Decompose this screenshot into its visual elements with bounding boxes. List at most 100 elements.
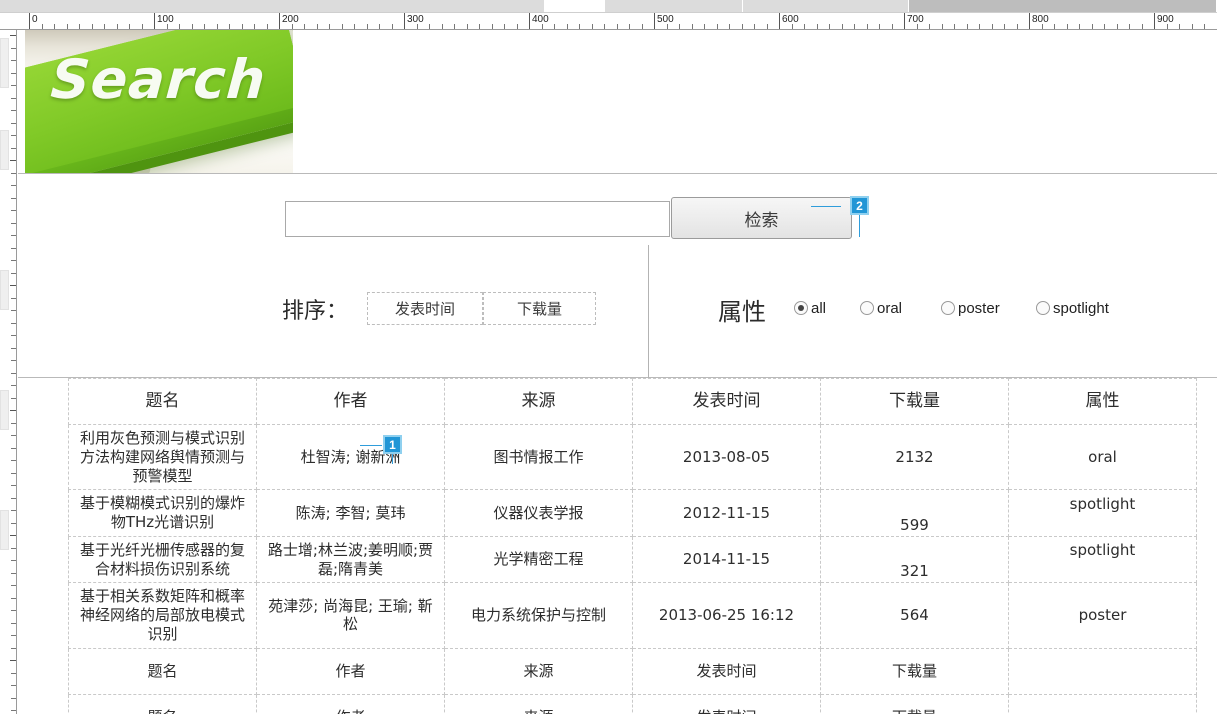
results-table-container: 题名 作者 来源 发表时间 下载量 属性 利用灰色预测与模式识别方法构建网络舆情… xyxy=(68,378,1197,714)
ruler-minor-tick xyxy=(11,335,16,336)
ruler-minor-tick xyxy=(11,398,16,399)
radio-dot-icon[interactable] xyxy=(794,301,808,315)
top-scrollbar-strip[interactable] xyxy=(0,0,1217,13)
ruler-minor-tick xyxy=(11,185,16,186)
radio-dot-icon[interactable] xyxy=(860,301,874,315)
cell-title[interactable]: 基于光纤光栅传感器的复合材料损伤识别系统 xyxy=(68,535,257,584)
ruler-minor-tick xyxy=(11,260,16,261)
ruler-minor-tick xyxy=(11,423,16,424)
search-submit-button[interactable]: 检索 xyxy=(671,197,852,239)
table-row[interactable]: 题名 作者 来源 发表时间 下载量 xyxy=(68,693,1197,714)
gutter-mark xyxy=(0,38,9,88)
column-header-title[interactable]: 题名 xyxy=(68,378,257,425)
ruler-minor-tick xyxy=(11,323,16,324)
cell-author: 作者 xyxy=(256,693,445,714)
ruler-minor-tick xyxy=(11,248,16,249)
ruler-minor-tick xyxy=(11,235,16,236)
table-row[interactable]: 题名 作者 来源 发表时间 下载量 xyxy=(68,647,1197,695)
cell-source: 光学精密工程 xyxy=(444,535,633,584)
ruler-label: 800 xyxy=(1032,14,1049,25)
ruler-label: 0 xyxy=(32,14,38,25)
table-row[interactable]: 基于相关系数矩阵和概率神经网络的局部放电模式识别 苑津莎; 尚海昆; 王瑜; 靳… xyxy=(68,582,1197,649)
scrollbar-segment[interactable] xyxy=(0,0,545,12)
table-row[interactable]: 基于模糊模式识别的爆炸物THz光谱识别 陈涛; 李智; 莫玮 仪器仪表学报 20… xyxy=(68,489,1197,537)
marker-1-crosshair-vertical xyxy=(392,454,393,464)
ruler-minor-tick xyxy=(11,623,16,624)
radio-attribute-poster[interactable]: poster xyxy=(941,297,1000,319)
column-header-attribute[interactable]: 属性 xyxy=(1008,378,1197,425)
sort-button-downloads[interactable]: 下载量 xyxy=(483,292,596,325)
ruler-minor-tick xyxy=(11,560,16,561)
ruler-label: 100 xyxy=(157,14,174,25)
radio-dot-icon[interactable] xyxy=(941,301,955,315)
sort-button-publish-date[interactable]: 发表时间 xyxy=(367,292,483,325)
radio-attribute-oral[interactable]: oral xyxy=(860,297,902,319)
ruler-label: 700 xyxy=(907,14,924,25)
marker-2-crosshair-vertical xyxy=(859,215,860,237)
cell-title[interactable]: 基于相关系数矩阵和概率神经网络的局部放电模式识别 xyxy=(68,582,257,649)
cell-author: 苑津莎; 尚海昆; 王瑜; 靳松 xyxy=(256,582,445,649)
cell-title[interactable]: 利用灰色预测与模式识别方法构建网络舆情预测与预警模型 xyxy=(68,423,257,491)
cell-author: 路士增;林兰波;姜明顺;贾磊;隋青美 xyxy=(256,535,445,584)
ruler-minor-tick xyxy=(11,573,16,574)
marker-badge-2[interactable]: 2 xyxy=(850,196,869,215)
left-gutter xyxy=(0,30,10,714)
ruler-minor-tick xyxy=(11,673,16,674)
gutter-mark xyxy=(0,130,9,170)
scrollbar-segment[interactable] xyxy=(743,0,909,12)
marker-badge-1[interactable]: 1 xyxy=(383,435,402,454)
cell-downloads: 2132 xyxy=(820,423,1009,491)
ruler-minor-tick xyxy=(11,60,16,61)
cell-date: 2013-08-05 xyxy=(632,423,821,491)
cell-downloads-value: 321 xyxy=(900,562,929,581)
radio-label: all xyxy=(811,299,827,317)
ruler-minor-tick xyxy=(11,85,16,86)
ruler-label: 900 xyxy=(1157,14,1174,25)
ruler-minor-tick xyxy=(11,148,16,149)
ruler-minor-tick xyxy=(11,710,16,711)
radio-attribute-spotlight[interactable]: spotlight xyxy=(1036,297,1109,319)
cell-date: 2012-11-15 xyxy=(632,489,821,537)
ruler-minor-tick xyxy=(11,510,16,511)
table-row[interactable]: 利用灰色预测与模式识别方法构建网络舆情预测与预警模型 杜智涛; 谢新洲 图书情报… xyxy=(68,423,1197,491)
ruler-minor-tick xyxy=(11,298,16,299)
scrollbar-segment[interactable] xyxy=(605,0,743,12)
search-input[interactable] xyxy=(285,201,670,237)
ruler-label: 200 xyxy=(282,14,299,25)
radio-attribute-all[interactable]: all xyxy=(794,297,826,319)
cell-source: 图书情报工作 xyxy=(444,423,633,491)
cell-title: 题名 xyxy=(68,647,257,695)
sort-label: 排序： xyxy=(282,299,349,324)
ruler-minor-tick xyxy=(11,635,16,636)
ruler-minor-tick xyxy=(11,360,16,361)
scrollbar-thumb[interactable] xyxy=(909,0,1217,12)
ruler-label: 300 xyxy=(407,14,424,25)
column-header-author[interactable]: 作者 xyxy=(256,378,445,425)
hero-search-image: Search xyxy=(25,30,293,173)
ruler-minor-tick xyxy=(11,585,16,586)
ruler-minor-tick xyxy=(11,648,16,649)
cell-downloads: 321 xyxy=(820,535,1009,584)
ruler-minor-tick xyxy=(11,135,16,136)
cell-author: 陈涛; 李智; 莫玮 xyxy=(256,489,445,537)
results-table-body: 利用灰色预测与模式识别方法构建网络舆情预测与预警模型 杜智涛; 谢新洲 图书情报… xyxy=(68,423,1197,714)
ruler-minor-tick xyxy=(11,485,16,486)
ruler-minor-tick xyxy=(11,448,16,449)
table-row[interactable]: 基于光纤光栅传感器的复合材料损伤识别系统 路士增;林兰波;姜明顺;贾磊;隋青美 … xyxy=(68,535,1197,584)
column-header-source[interactable]: 来源 xyxy=(444,378,633,425)
column-header-date[interactable]: 发表时间 xyxy=(632,378,821,425)
column-header-downloads[interactable]: 下载量 xyxy=(820,378,1009,425)
cell-attribute xyxy=(1008,647,1197,695)
radio-dot-icon[interactable] xyxy=(1036,301,1050,315)
ruler-minor-tick xyxy=(11,385,16,386)
cell-source: 仪器仪表学报 xyxy=(444,489,633,537)
cell-title[interactable]: 基于模糊模式识别的爆炸物THz光谱识别 xyxy=(68,489,257,537)
cell-attribute: spotlight xyxy=(1008,535,1197,584)
radio-label: spotlight xyxy=(1053,299,1109,317)
marker-1-crosshair-horizontal xyxy=(360,445,382,446)
cell-downloads-value: 599 xyxy=(900,515,929,534)
cell-title: 题名 xyxy=(68,693,257,714)
cell-attribute: poster xyxy=(1008,582,1197,649)
cell-date: 2014-11-15 xyxy=(632,535,821,584)
ruler-minor-tick xyxy=(11,598,16,599)
